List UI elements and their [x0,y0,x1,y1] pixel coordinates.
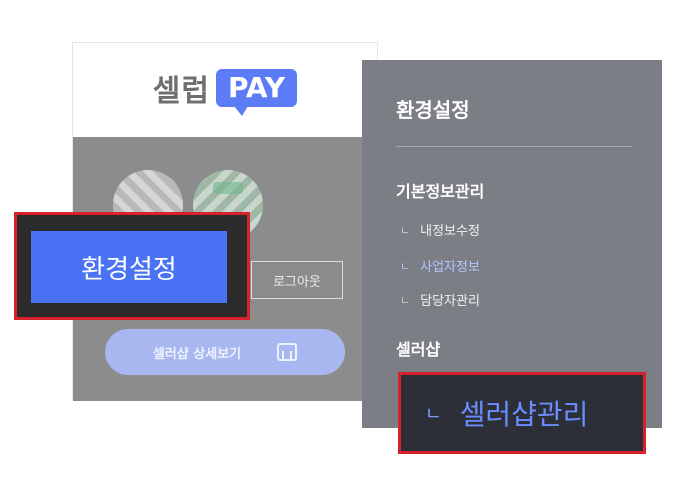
logo-pay-badge: PAY [215,69,298,116]
logout-button[interactable]: 로그아웃 [251,261,343,299]
menu-bullet: ㄴ [400,259,411,273]
section-sellershop: 셀러샵 [396,340,441,359]
menu-title: 환경설정 [396,98,470,122]
store-icon [277,343,298,361]
menu-item-my-info[interactable]: ㄴ 내정보수정 [400,220,480,240]
menu-bullet: ㄴ [400,223,411,237]
shop-detail-button[interactable]: 셀러샵 상세보기 [105,329,345,375]
settings-button[interactable]: 환경설정 [31,231,227,303]
celebpay-logo: 셀럽 PAY [73,43,377,133]
menu-bullet: ㄴ [400,293,411,307]
menu-bullet: ㄴ [425,404,442,425]
shop-detail-label: 셀러샵 상세보기 [152,346,242,362]
settings-highlight: 환경설정 [14,212,250,320]
menu-item-label: 사업자정보 [420,260,480,275]
menu-item-manager[interactable]: ㄴ 담당자관리 [400,290,480,310]
section-basic-info: 기본정보관리 [396,182,485,201]
menu-item-business-info[interactable]: ㄴ 사업자정보 [400,256,480,276]
logo-text: 셀럽 [152,74,210,109]
shop-management-label: 셀러샵관리 [459,398,589,431]
shop-management-highlight[interactable]: ㄴ 셀러샵관리 [398,372,646,454]
divider [396,146,632,147]
menu-item-label: 담당자관리 [420,294,480,309]
menu-item-label: 내정보수정 [420,224,480,239]
